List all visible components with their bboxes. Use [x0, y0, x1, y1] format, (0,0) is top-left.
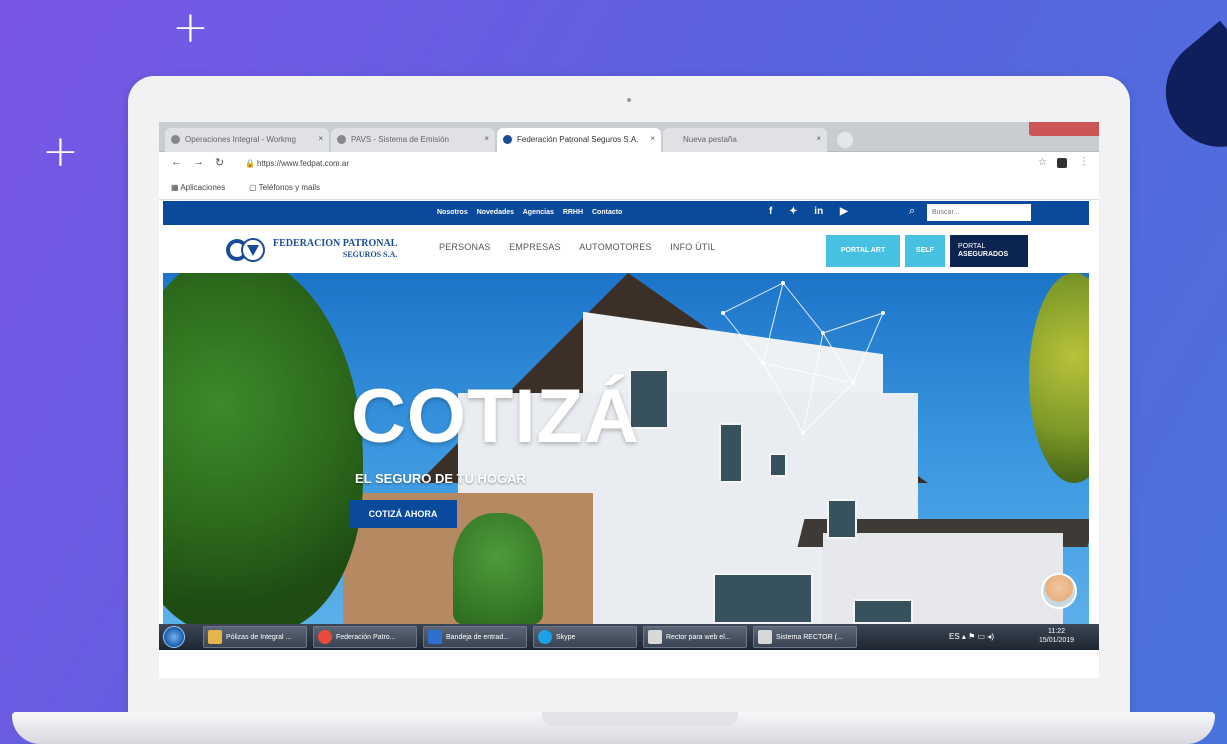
- new-tab-button[interactable]: [837, 132, 853, 148]
- nav-info-util[interactable]: INFO ÚTIL: [670, 242, 715, 252]
- tree-right: [1029, 273, 1089, 483]
- tree-left: [163, 273, 363, 624]
- facebook-icon[interactable]: f: [769, 206, 772, 217]
- window-controls[interactable]: [1029, 122, 1099, 136]
- bookmarks-bar: ▦ Aplicaciones ▢ Teléfonos y mails: [159, 176, 1099, 200]
- laptop-screen: Operaciones Integral - Workmg × PAVS - S…: [159, 122, 1099, 678]
- browser-toolbar: ← → ↻ 🔒 https://www.fedpat.com.ar ☆ ⋮: [159, 152, 1099, 176]
- browser-tab[interactable]: Nueva pestaña ×: [663, 128, 827, 152]
- folder-icon: [208, 630, 222, 644]
- garden-shrub: [453, 513, 543, 624]
- main-nav: PERSONAS EMPRESAS AUTOMOTORES INFO ÚTIL: [439, 242, 732, 252]
- taskbar-item[interactable]: Rector para web el...: [643, 626, 747, 648]
- youtube-icon[interactable]: ▶: [840, 206, 848, 217]
- hero-banner: COTIZÁ EL SEGURO DE TU HOGAR COTIZÁ AHOR…: [163, 273, 1089, 624]
- browser-tabbar: Operaciones Integral - Workmg × PAVS - S…: [159, 122, 1099, 152]
- taskbar-item[interactable]: Skype: [533, 626, 637, 648]
- skype-icon: [538, 630, 552, 644]
- toplink-agencias[interactable]: Agencias: [523, 209, 554, 216]
- taskbar-clock[interactable]: 11:22 15/01/2019: [1039, 627, 1074, 645]
- search-input[interactable]: [927, 204, 1031, 221]
- house-window: [769, 453, 787, 477]
- search-icon[interactable]: ⌕: [909, 205, 915, 218]
- plus-decoration-icon: +: [172, 2, 209, 53]
- logo-emblem-icon[interactable]: [225, 237, 267, 263]
- toplink-nosotros[interactable]: Nosotros: [437, 209, 468, 216]
- house-window: [827, 499, 857, 539]
- tab-favicon-icon: [337, 135, 346, 144]
- screen-bezel-bottom: [159, 650, 1099, 678]
- constellation-graphic: [721, 281, 885, 435]
- lock-icon: 🔒: [245, 159, 255, 168]
- house-window: [853, 599, 913, 624]
- taskbar-item[interactable]: Federación Patro...: [313, 626, 417, 648]
- site-header: FEDERACION PATRONAL SEGUROS S.A. PERSONA…: [163, 225, 1089, 273]
- extension-icon[interactable]: [1057, 158, 1067, 168]
- windows-taskbar: Pólizas de Integral ... Federación Patro…: [159, 624, 1099, 650]
- logo-text[interactable]: FEDERACION PATRONAL SEGUROS S.A.: [273, 238, 397, 260]
- portal-art-button[interactable]: PORTAL ART: [826, 235, 900, 267]
- bookmark-star-icon[interactable]: ☆: [1038, 157, 1047, 168]
- laptop-notch: [542, 712, 738, 726]
- back-arrow-icon[interactable]: ←: [171, 156, 182, 168]
- close-icon[interactable]: ×: [650, 134, 655, 143]
- hero-subtitle: EL SEGURO DE TU HOGAR: [355, 471, 526, 486]
- hero-title: COTIZÁ: [351, 374, 640, 459]
- toplink-novedades[interactable]: Novedades: [477, 209, 514, 216]
- cotiza-ahora-button[interactable]: COTIZÁ AHORA: [349, 500, 457, 528]
- browser-tab[interactable]: Operaciones Integral - Workmg ×: [165, 128, 329, 152]
- close-icon[interactable]: ×: [318, 134, 323, 143]
- nav-personas[interactable]: PERSONAS: [439, 242, 491, 252]
- decorative-shape: [1143, 20, 1227, 170]
- browser-tab-active[interactable]: Federación Patronal Seguros S.A. ×: [497, 128, 661, 152]
- bookmark-apps[interactable]: ▦ Aplicaciones: [171, 183, 225, 192]
- document-icon: [758, 630, 772, 644]
- start-button[interactable]: [163, 626, 185, 648]
- taskbar-item[interactable]: Sistema RECTOR (...: [753, 626, 857, 648]
- top-links: Nosotros Novedades Agencias RRHH Contact…: [437, 209, 629, 216]
- close-icon[interactable]: ×: [484, 134, 489, 143]
- tab-favicon-icon: [503, 135, 512, 144]
- camera-icon: [627, 98, 631, 102]
- close-icon[interactable]: ×: [816, 134, 821, 143]
- laptop-base: [12, 712, 1215, 744]
- self-button[interactable]: SELF: [905, 235, 945, 267]
- taskbar-item[interactable]: Pólizas de Integral ...: [203, 626, 307, 648]
- taskbar-item[interactable]: Bandeja de entrad...: [423, 626, 527, 648]
- toplink-rrhh[interactable]: RRHH: [563, 209, 583, 216]
- reload-icon[interactable]: ↻: [215, 156, 224, 169]
- bookmark-item[interactable]: ▢ Teléfonos y mails: [249, 183, 320, 192]
- forward-arrow-icon[interactable]: →: [193, 156, 204, 168]
- toplink-contacto[interactable]: Contacto: [592, 209, 622, 216]
- system-tray[interactable]: ES ▴ ⚑ ▭ ◂): [949, 632, 994, 641]
- site-topbar: Nosotros Novedades Agencias RRHH Contact…: [163, 201, 1089, 225]
- chat-avatar-icon[interactable]: [1041, 573, 1077, 609]
- tab-favicon-icon: [171, 135, 180, 144]
- document-icon: [648, 630, 662, 644]
- menu-dots-icon[interactable]: ⋮: [1079, 156, 1089, 167]
- portal-asegurados-button[interactable]: PORTAL ASEGURADOS: [950, 235, 1028, 267]
- browser-tab[interactable]: PAVS - Sistema de Emisión ×: [331, 128, 495, 152]
- outlook-icon: [428, 630, 442, 644]
- chrome-icon: [318, 630, 332, 644]
- social-links: f ✦ in ▶: [769, 206, 862, 217]
- nav-empresas[interactable]: EMPRESAS: [509, 242, 561, 252]
- address-bar[interactable]: 🔒 https://www.fedpat.com.ar: [237, 156, 1017, 172]
- house-window: [713, 573, 813, 624]
- twitter-icon[interactable]: ✦: [789, 206, 797, 217]
- nav-automotores[interactable]: AUTOMOTORES: [579, 242, 651, 252]
- plus-decoration-icon: +: [42, 126, 79, 177]
- linkedin-icon[interactable]: in: [814, 206, 823, 217]
